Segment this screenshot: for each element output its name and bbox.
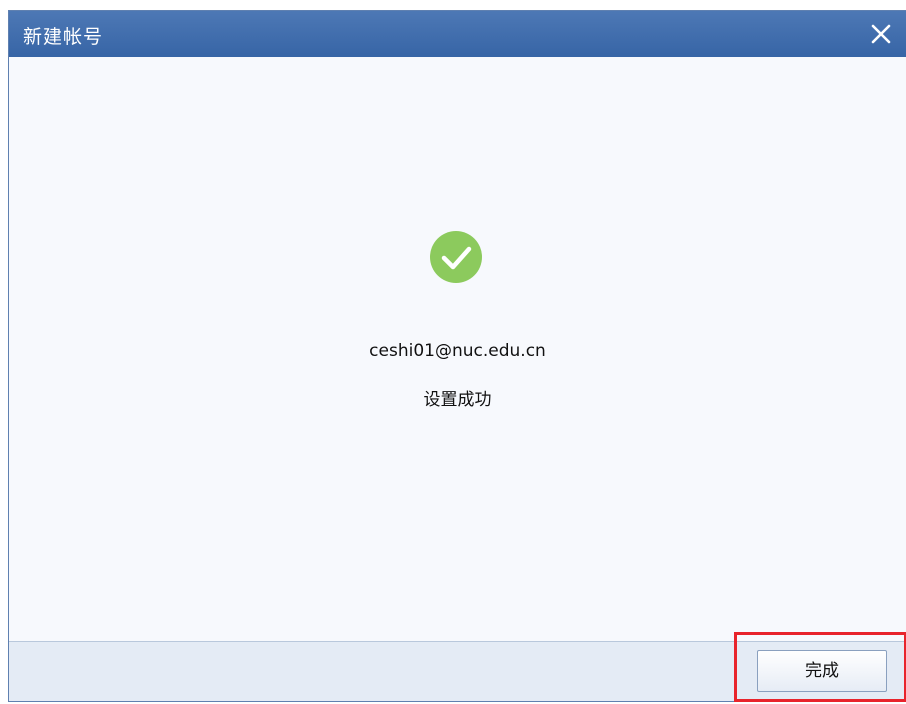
account-email: ceshi01@nuc.edu.cn bbox=[369, 341, 546, 361]
dialog-footer: 完成 bbox=[9, 632, 906, 702]
new-account-dialog: 新建帐号 ceshi01@nuc.edu.cn 设置成功 完成 bbox=[8, 10, 906, 702]
close-button[interactable] bbox=[868, 21, 894, 47]
close-icon bbox=[871, 24, 891, 44]
finish-button[interactable]: 完成 bbox=[757, 650, 887, 692]
dialog-title: 新建帐号 bbox=[23, 26, 104, 48]
success-message: 设置成功 bbox=[423, 390, 492, 410]
dialog-content: ceshi01@nuc.edu.cn 设置成功 bbox=[9, 57, 906, 641]
check-circle-icon bbox=[430, 231, 482, 283]
dialog-titlebar: 新建帐号 bbox=[9, 11, 906, 57]
